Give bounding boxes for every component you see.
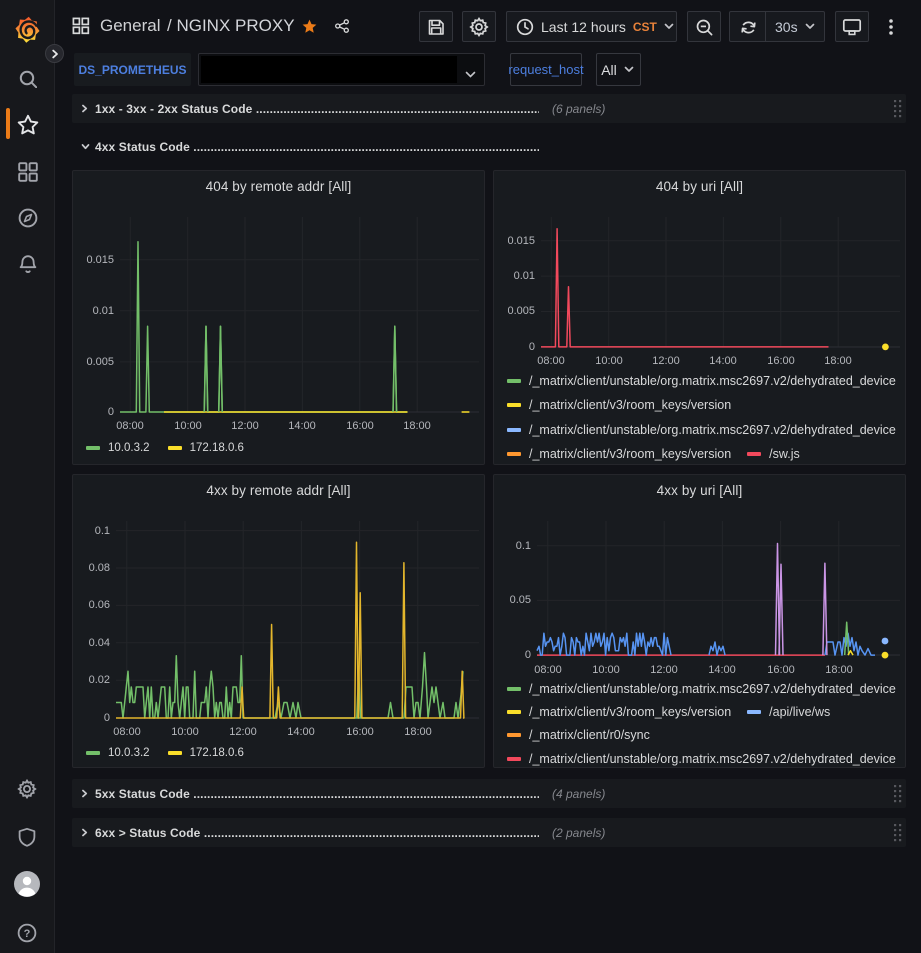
svg-text:?: ? (24, 928, 31, 940)
